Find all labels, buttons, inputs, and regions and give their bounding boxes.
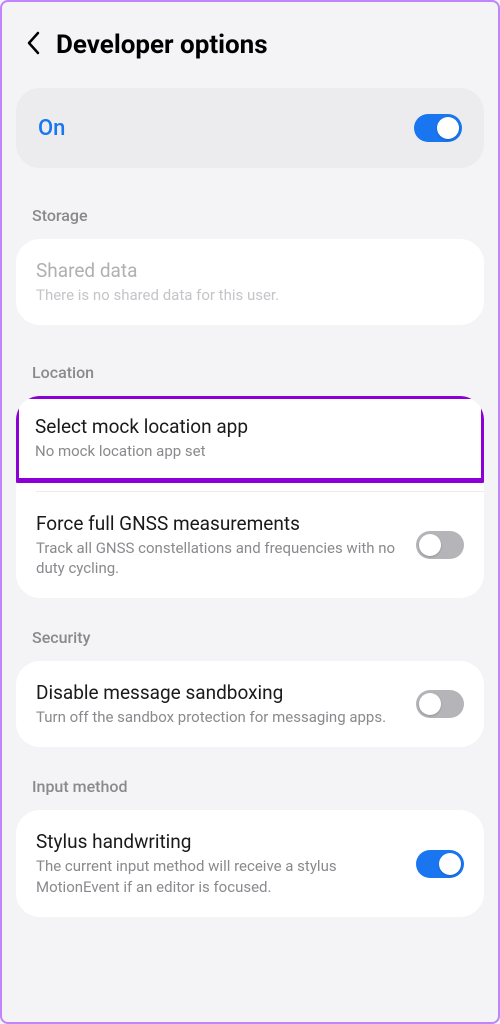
shared-data-sub: There is no shared data for this user. (36, 285, 464, 305)
gnss-title: Force full GNSS measurements (36, 512, 400, 535)
stylus-title: Stylus handwriting (36, 830, 400, 853)
section-header-input: Input method (2, 751, 498, 806)
toggle-knob (437, 117, 459, 139)
master-toggle[interactable] (414, 114, 462, 142)
stylus-handwriting-row[interactable]: Stylus handwriting The current input met… (16, 810, 484, 917)
storage-card: Shared data There is no shared data for … (16, 239, 484, 325)
toggle-knob (439, 853, 461, 875)
gnss-sub: Track all GNSS constellations and freque… (36, 538, 400, 579)
shared-data-row[interactable]: Shared data There is no shared data for … (16, 239, 484, 325)
mock-location-title: Select mock location app (35, 415, 465, 438)
select-mock-location-row[interactable]: Select mock location app No mock locatio… (19, 399, 481, 477)
sandbox-title: Disable message sandboxing (36, 681, 400, 704)
location-card: Select mock location app No mock locatio… (16, 396, 484, 598)
master-toggle-label: On (38, 116, 65, 141)
back-icon[interactable] (26, 31, 40, 59)
toggle-knob (419, 693, 441, 715)
shared-data-title: Shared data (36, 259, 464, 282)
security-card: Disable message sandboxing Turn off the … (16, 661, 484, 747)
highlight-box: Select mock location app No mock locatio… (16, 396, 484, 482)
input-card: Stylus handwriting The current input met… (16, 810, 484, 917)
section-header-location: Location (2, 329, 498, 392)
stylus-toggle[interactable] (416, 850, 464, 878)
toggle-knob (419, 534, 441, 556)
stylus-text: Stylus handwriting The current input met… (36, 830, 400, 897)
section-header-security: Security (2, 602, 498, 657)
mock-location-sub: No mock location app set (35, 441, 465, 461)
gnss-text: Force full GNSS measurements Track all G… (36, 512, 400, 579)
shared-data-text: Shared data There is no shared data for … (36, 259, 464, 305)
sandbox-toggle[interactable] (416, 690, 464, 718)
page-title: Developer options (56, 30, 268, 60)
header: Developer options (2, 2, 498, 80)
stylus-sub: The current input method will receive a … (36, 856, 400, 897)
master-toggle-card[interactable]: On (16, 88, 484, 168)
section-header-storage: Storage (2, 172, 498, 235)
mock-location-text: Select mock location app No mock locatio… (35, 415, 465, 461)
disable-sandbox-row[interactable]: Disable message sandboxing Turn off the … (16, 661, 484, 747)
sandbox-sub: Turn off the sandbox protection for mess… (36, 707, 400, 727)
force-gnss-row[interactable]: Force full GNSS measurements Track all G… (16, 492, 484, 599)
gnss-toggle[interactable] (416, 531, 464, 559)
sandbox-text: Disable message sandboxing Turn off the … (36, 681, 400, 727)
